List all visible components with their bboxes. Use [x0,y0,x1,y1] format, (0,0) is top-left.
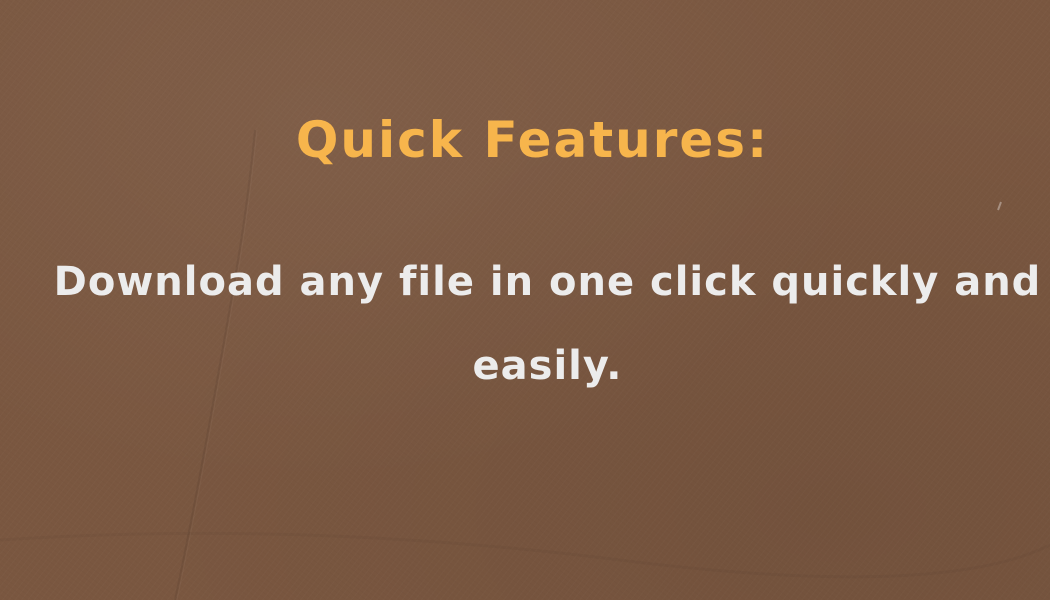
slide-title: Quick Features: [295,111,770,169]
kraft-paper-card: Quick Features: Download any file in one… [0,0,1050,600]
feature-description: Download any file in one click quickly a… [53,259,1042,389]
